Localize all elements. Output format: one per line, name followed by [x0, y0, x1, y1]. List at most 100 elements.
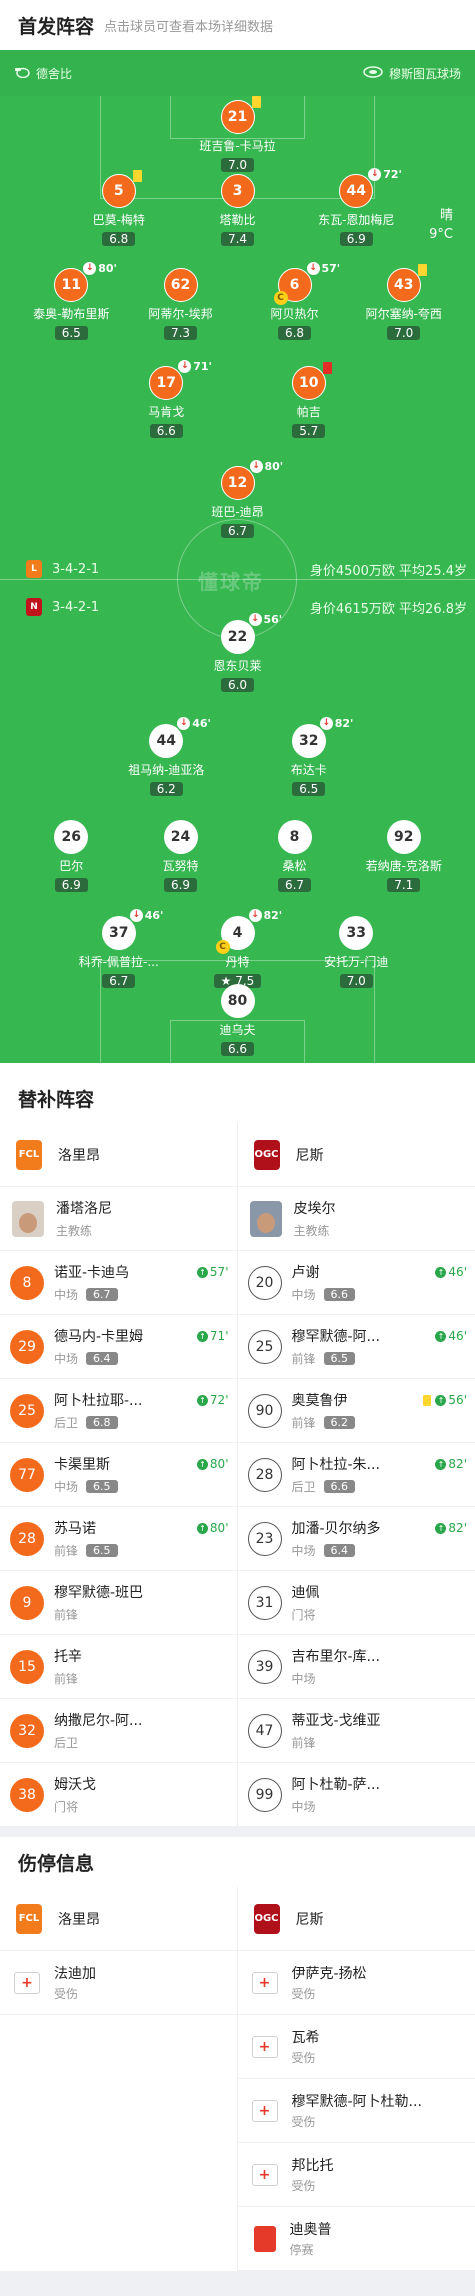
away-team-row: OGC 尼斯	[237, 1123, 475, 1187]
home-player[interactable]: 5 巴莫-梅特 6.8	[64, 170, 174, 247]
home-coach-row[interactable]: 潘塔洛尼 主教练	[0, 1187, 237, 1251]
player-rating: 6.7	[220, 524, 255, 538]
medical-kit-icon: +	[251, 1971, 278, 1994]
injury-row[interactable]: + 法迪加 受伤	[0, 1951, 237, 2015]
home-player[interactable]: 17 ↓ 71' 马肯戈 6.6	[111, 360, 221, 439]
sub-number: 9	[10, 1585, 44, 1620]
sub-number: 28	[247, 1457, 282, 1492]
player-number: 8	[277, 820, 312, 854]
sub-position: 前锋	[291, 1416, 316, 1430]
player-name: 阿尔塞纳-夸西	[365, 307, 442, 321]
sub-number: 31	[247, 1585, 282, 1620]
away-team-row: OGC 尼斯	[237, 1887, 475, 1951]
sub-player-row[interactable]: 29 德马内-卡里姆 中场 6.4 ↑ 71'	[0, 1315, 237, 1379]
sub-off-icon: ↓	[319, 717, 333, 730]
sub-rating: 6.6	[323, 1288, 356, 1301]
sub-name: 迪佩	[291, 1585, 320, 1601]
away-player[interactable]: 44 ↓ 46' 祖马纳-迪亚洛 6.2	[111, 717, 221, 797]
player-number: 10	[291, 362, 332, 400]
away-team-info: N 3-4-2-1 身价4615万欧 平均26.8岁	[0, 592, 475, 622]
injury-player-name: 伊萨克-扬松	[291, 1966, 367, 1982]
sub-off-icon: ↓	[368, 168, 382, 181]
player-name: 若纳唐-克洛斯	[365, 859, 442, 873]
home-coach-name: 潘塔洛尼	[56, 1201, 112, 1217]
sub-player-row[interactable]: 77 卡渠里斯 中场 6.5 ↑ 80'	[0, 1443, 237, 1507]
away-player[interactable]: 92 若纳唐-克洛斯 7.1	[349, 820, 459, 893]
sub-off-icon: ↓	[83, 262, 97, 275]
injury-row[interactable]: + 邦比托 受伤	[237, 2143, 475, 2207]
sub-name: 卡渠里斯	[54, 1457, 110, 1473]
injury-row[interactable]: 迪奥普 停赛	[237, 2207, 475, 2271]
sub-player-row[interactable]: 39 吉布里尔-库... 中场	[237, 1635, 475, 1699]
away-player[interactable]: 24 瓦努特 6.9	[126, 820, 236, 893]
sub-player-row[interactable]: 15 托辛 前锋	[0, 1635, 237, 1699]
home-player[interactable]: 44 ↓ 72' 东瓦-恩加梅尼 6.9	[301, 168, 411, 247]
away-coach-row[interactable]: 皮埃尔 主教练	[237, 1187, 475, 1251]
sub-player-row[interactable]: 99 阿卜杜勒-萨... 中场	[237, 1763, 475, 1827]
player-rating: 6.6	[220, 1042, 255, 1056]
sub-rating: 6.6	[323, 1480, 356, 1493]
sub-name: 德马内-卡里姆	[54, 1329, 144, 1345]
sub-player-row[interactable]: 31 迪佩 门将	[237, 1571, 475, 1635]
home-player[interactable]: 62 阿蒂尔-埃邦 7.3	[126, 268, 236, 341]
home-player[interactable]: 12 ↓ 80' 班巴-迪昂 6.7	[183, 460, 293, 539]
sub-name: 奥莫鲁伊	[291, 1393, 348, 1409]
sub-player-row[interactable]: 47 蒂亚戈-戈维亚 前锋	[237, 1699, 475, 1763]
home-player[interactable]: 6 C ↓ 57' 阿贝热尔 6.8	[240, 262, 350, 341]
away-player[interactable]: 26 巴尔 6.9	[16, 820, 126, 893]
sub-player-row[interactable]: 25 阿卜杜拉耶-... 后卫 6.8 ↑ 72'	[0, 1379, 237, 1443]
sub-player-row[interactable]: 28 阿卜杜拉-朱... 后卫 6.6 ↑ 82'	[237, 1443, 475, 1507]
sub-player-row[interactable]: 8 诺亚-卡迪乌 中场 6.7 ↑ 57'	[0, 1251, 237, 1315]
whistle-icon	[14, 66, 30, 81]
injury-status: 受伤	[291, 2051, 316, 2065]
home-formation: 3-4-2-1	[52, 561, 100, 577]
player-name: 巴尔	[59, 859, 84, 873]
sub-position: 前锋	[54, 1672, 79, 1686]
weather-temperature: 9°C	[429, 227, 453, 242]
yellow-card-icon	[423, 1394, 432, 1406]
sub-player-row[interactable]: 20 卢谢 中场 6.6 ↑ 46'	[237, 1251, 475, 1315]
sub-player-row[interactable]: 90 奥莫鲁伊 前锋 6.2 ↑ 56'	[237, 1379, 475, 1443]
player-rating: 7.4	[220, 232, 255, 246]
player-name: 安托万-门迪	[324, 955, 389, 969]
injury-row[interactable]: + 穆罕默德-阿卜杜勒... 受伤	[237, 2079, 475, 2143]
sub-player-row[interactable]: 9 穆罕默德-班巴 前锋	[0, 1571, 237, 1635]
sub-rating: 6.4	[86, 1352, 118, 1365]
home-player[interactable]: 3 塔勒比 7.4	[183, 174, 293, 247]
sub-number: 77	[10, 1457, 44, 1492]
player-name: 瓦努特	[162, 859, 199, 873]
home-player[interactable]: 11 ↓ 80' 泰奥-勒布里斯 6.5	[16, 262, 126, 341]
sub-player-row[interactable]: 23 加潘-贝尔纳多 中场 6.4 ↑ 82'	[237, 1507, 475, 1571]
home-player[interactable]: 43 阿尔塞纳-夸西 7.0	[349, 264, 459, 341]
away-player[interactable]: 22 ↓ 56' 恩东贝莱 6.0	[183, 613, 293, 693]
sub-off-event: ↓ 82'	[248, 909, 282, 922]
sub-in-icon: ↑	[196, 1266, 208, 1278]
away-player[interactable]: 80 迪乌夫 6.6	[183, 984, 293, 1057]
sub-off-icon: ↓	[306, 262, 320, 275]
home-player[interactable]: 10 帕吉 5.7	[254, 362, 364, 439]
player-rating: 7.0	[339, 974, 373, 988]
injury-status: 受伤	[54, 1987, 79, 2001]
sub-rating: 6.2	[323, 1416, 356, 1429]
home-player[interactable]: 21 班吉鲁-卡马拉 7.0	[183, 96, 293, 173]
player-number: 33	[339, 916, 374, 950]
injury-row[interactable]: + 瓦希 受伤	[237, 2015, 475, 2079]
sub-player-row[interactable]: 28 苏马诺 前锋 6.5 ↑ 80'	[0, 1507, 237, 1571]
sub-number: 25	[10, 1393, 44, 1428]
sub-number: 28	[10, 1521, 44, 1556]
subs-header: 替补阵容	[0, 1063, 475, 1123]
away-player[interactable]: 37 ↓ 46' 科乔-佩普拉-... 6.7	[64, 909, 174, 989]
injury-row[interactable]: + 伊萨克-扬松 受伤	[237, 1951, 475, 2015]
away-player[interactable]: 4 C ↓ 82' 丹特 ★ 7.5	[183, 909, 293, 989]
sub-player-row[interactable]: 38 姆沃戈 门将	[0, 1763, 237, 1827]
yellow-card-icon	[251, 96, 261, 108]
sub-in-event: ↑ 57'	[196, 1265, 229, 1279]
away-player[interactable]: 33 安托万-门迪 7.0	[301, 916, 411, 989]
sub-player-row[interactable]: 25 穆罕默德-阿... 前锋 6.5 ↑ 46'	[237, 1315, 475, 1379]
away-player[interactable]: 8 桑松 6.7	[240, 820, 350, 893]
sub-in-icon: ↑	[196, 1458, 208, 1470]
sub-player-row[interactable]: 32 纳撒尼尔-阿... 后卫	[0, 1699, 237, 1763]
away-player[interactable]: 32 ↓ 82' 布达卡 6.5	[254, 717, 364, 797]
away-stadium-label: 穆斯图瓦球场	[388, 66, 461, 81]
player-number: 4 C ↓ 82'	[215, 909, 282, 954]
